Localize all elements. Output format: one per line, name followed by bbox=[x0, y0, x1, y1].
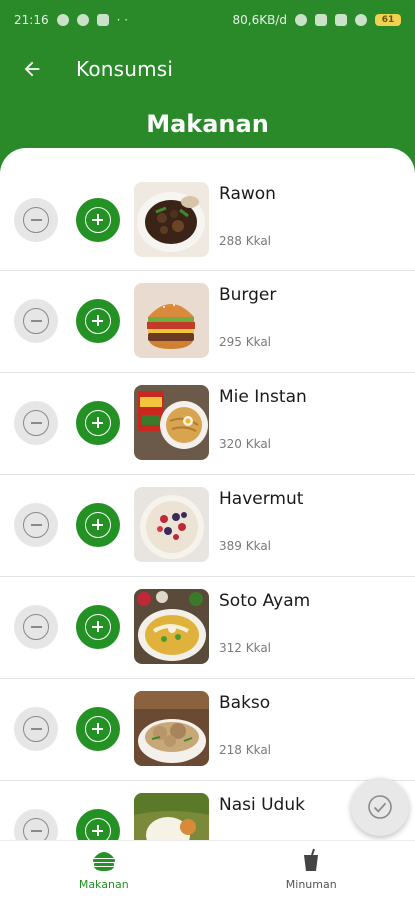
nav-label: Minuman bbox=[285, 878, 337, 891]
decrease-button[interactable] bbox=[14, 503, 58, 547]
food-image bbox=[134, 487, 209, 562]
list-item: Bakso 218 Kkal bbox=[0, 679, 415, 781]
food-list: Rawon 288 Kkal Burger 295 Kkal Mie Insta… bbox=[0, 170, 415, 840]
section-title: Makanan bbox=[146, 110, 269, 138]
minus-icon bbox=[23, 614, 49, 640]
food-name: Rawon bbox=[219, 184, 276, 204]
plus-icon bbox=[85, 410, 111, 436]
food-name: Bakso bbox=[219, 693, 271, 713]
food-calories: 320 Kkal bbox=[219, 437, 272, 451]
confirm-button[interactable] bbox=[351, 778, 409, 836]
burger-icon bbox=[92, 852, 115, 871]
minus-icon bbox=[23, 716, 49, 742]
food-name: Mie Instan bbox=[219, 387, 307, 407]
back-button[interactable] bbox=[0, 40, 64, 98]
increase-button[interactable] bbox=[76, 605, 120, 649]
food-name: Havermut bbox=[219, 489, 304, 509]
food-image bbox=[134, 691, 209, 766]
plus-icon bbox=[85, 308, 111, 334]
increase-button[interactable] bbox=[76, 299, 120, 343]
whatsapp-icon bbox=[76, 14, 89, 26]
signal-icon bbox=[315, 14, 327, 26]
increase-button[interactable] bbox=[76, 707, 120, 751]
settings-icon bbox=[56, 14, 69, 26]
food-image bbox=[134, 182, 209, 257]
decrease-button[interactable] bbox=[14, 809, 58, 840]
increase-button[interactable] bbox=[76, 401, 120, 445]
nav-item-makanan[interactable]: Makanan bbox=[0, 841, 208, 900]
check-circle-icon bbox=[368, 795, 392, 819]
status-time: 21:16 bbox=[14, 13, 49, 27]
battery-icon: 61 bbox=[375, 14, 401, 26]
alarm-icon bbox=[295, 14, 307, 26]
list-item: Rawon 288 Kkal bbox=[0, 170, 415, 271]
minus-icon bbox=[23, 308, 49, 334]
app-bar: Konsumsi bbox=[0, 40, 415, 98]
minus-icon bbox=[23, 512, 49, 538]
decrease-button[interactable] bbox=[14, 401, 58, 445]
food-image bbox=[134, 385, 209, 460]
food-calories: 295 Kkal bbox=[219, 335, 272, 349]
food-calories: 218 Kkal bbox=[219, 743, 272, 757]
food-image bbox=[134, 589, 209, 664]
list-item: Havermut 389 Kkal bbox=[0, 475, 415, 577]
page-title: Konsumsi bbox=[76, 57, 174, 81]
arrow-left-icon bbox=[24, 61, 40, 77]
plus-icon bbox=[85, 614, 111, 640]
plus-icon bbox=[85, 818, 111, 840]
plus-icon bbox=[85, 512, 111, 538]
food-image bbox=[134, 793, 209, 840]
increase-button[interactable] bbox=[76, 503, 120, 547]
food-list-panel: Rawon 288 Kkal Burger 295 Kkal Mie Insta… bbox=[0, 148, 415, 840]
bottom-nav: Makanan Minuman bbox=[0, 840, 415, 900]
signal-icon-2 bbox=[335, 14, 347, 26]
status-dots: · · bbox=[116, 13, 129, 27]
increase-button[interactable] bbox=[76, 809, 120, 840]
list-item: Burger 295 Kkal bbox=[0, 271, 415, 373]
minus-icon bbox=[23, 207, 49, 233]
food-name: Nasi Uduk bbox=[219, 795, 305, 815]
nav-label: Makanan bbox=[78, 878, 129, 891]
cloud-icon bbox=[96, 14, 109, 26]
network-speed: 80,6KB/d bbox=[232, 13, 287, 27]
list-item: Soto Ayam 312 Kkal bbox=[0, 577, 415, 679]
minus-icon bbox=[23, 410, 49, 436]
food-name: Soto Ayam bbox=[219, 591, 311, 611]
food-calories: 288 Kkal bbox=[219, 234, 272, 248]
food-calories: 389 Kkal bbox=[219, 539, 272, 553]
plus-icon bbox=[85, 716, 111, 742]
status-bar: 21:16 · · 80,6KB/d 61 bbox=[0, 0, 415, 40]
food-calories: 312 Kkal bbox=[219, 641, 272, 655]
food-name: Burger bbox=[219, 285, 277, 305]
decrease-button[interactable] bbox=[14, 198, 58, 242]
drink-icon bbox=[304, 848, 319, 871]
minus-icon bbox=[23, 818, 49, 840]
decrease-button[interactable] bbox=[14, 299, 58, 343]
list-item: Mie Instan 320 Kkal bbox=[0, 373, 415, 475]
wifi-icon bbox=[355, 14, 367, 26]
decrease-button[interactable] bbox=[14, 605, 58, 649]
food-image bbox=[134, 283, 209, 358]
nav-item-minuman[interactable]: Minuman bbox=[208, 841, 415, 900]
plus-icon bbox=[85, 207, 111, 233]
increase-button[interactable] bbox=[76, 198, 120, 242]
decrease-button[interactable] bbox=[14, 707, 58, 751]
